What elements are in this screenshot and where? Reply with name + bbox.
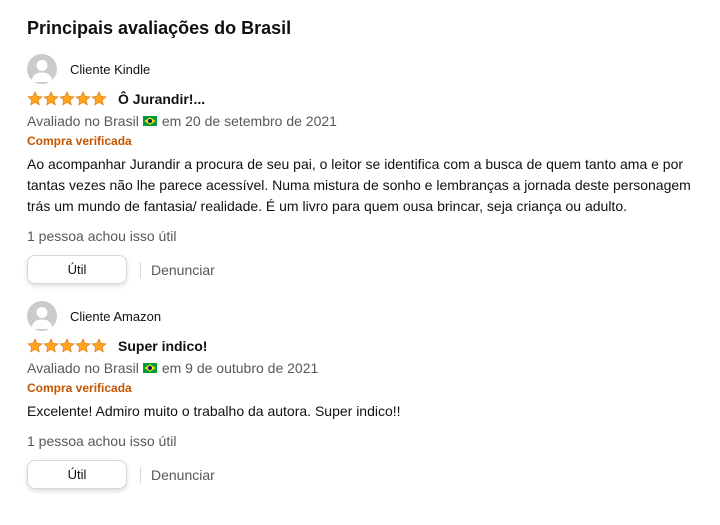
verified-purchase-badge[interactable]: Compra verificada	[27, 132, 693, 150]
review-body: Ao acompanhar Jurandir a procura de seu …	[27, 156, 691, 214]
helpful-count: 1 pessoa achou isso útil	[27, 433, 177, 449]
review-date: Avaliado no Brasil em 9 de outubro de 20…	[27, 358, 693, 378]
review-title-row: Super indico!	[27, 335, 693, 357]
action-divider	[140, 261, 141, 278]
star-icon	[27, 91, 43, 106]
review-title-row: Ô Jurandir!...	[27, 88, 693, 110]
helpful-count: 1 pessoa achou isso útil	[27, 228, 177, 244]
reviewer-name: Cliente Amazon	[70, 308, 162, 324]
review-actions: Útil Denunciar	[27, 255, 693, 284]
star-icon	[43, 338, 59, 353]
reviewer-profile[interactable]: Cliente Amazon	[27, 301, 693, 331]
report-link[interactable]: Denunciar	[151, 467, 215, 483]
report-link[interactable]: Denunciar	[151, 262, 215, 278]
review-body: Excelente! Admiro muito o trabalho da au…	[27, 403, 401, 419]
star-icon	[91, 338, 107, 353]
star-icon	[75, 91, 91, 106]
verified-purchase-badge[interactable]: Compra verificada	[27, 379, 693, 397]
review-date-prefix: Avaliado no Brasil	[27, 360, 139, 376]
review-title[interactable]: Super indico!	[118, 338, 207, 354]
review-date-prefix: Avaliado no Brasil	[27, 113, 139, 129]
reviewer-profile[interactable]: Cliente Kindle	[27, 54, 693, 84]
review-date-text: em 9 de outubro de 2021	[161, 360, 319, 376]
review-title[interactable]: Ô Jurandir!...	[118, 91, 205, 107]
helpful-button[interactable]: Útil	[27, 255, 127, 284]
star-rating[interactable]	[27, 91, 107, 107]
review-date-text: em 20 de setembro de 2021	[161, 113, 337, 129]
brazil-flag-icon	[142, 363, 157, 373]
avatar-icon	[27, 54, 57, 84]
star-icon	[59, 338, 75, 353]
avatar-icon	[27, 301, 57, 331]
review-item: Cliente Kindle Ô Jurandir!... Avaliado n…	[27, 54, 693, 284]
star-icon	[91, 91, 107, 106]
reviews-section: Principais avaliações do Brasil Cliente …	[0, 0, 720, 489]
star-icon	[43, 91, 59, 106]
star-icon	[75, 338, 91, 353]
review-date: Avaliado no Brasil em 20 de setembro de …	[27, 111, 693, 131]
star-icon	[59, 91, 75, 106]
star-rating[interactable]	[27, 338, 107, 354]
reviewer-name: Cliente Kindle	[70, 61, 151, 77]
review-item: Cliente Amazon Super indico! Avaliado no…	[27, 301, 693, 489]
review-actions: Útil Denunciar	[27, 460, 693, 489]
helpful-button[interactable]: Útil	[27, 460, 127, 489]
brazil-flag-icon	[142, 116, 157, 126]
star-icon	[27, 338, 43, 353]
action-divider	[140, 466, 141, 483]
section-title: Principais avaliações do Brasil	[27, 18, 292, 38]
